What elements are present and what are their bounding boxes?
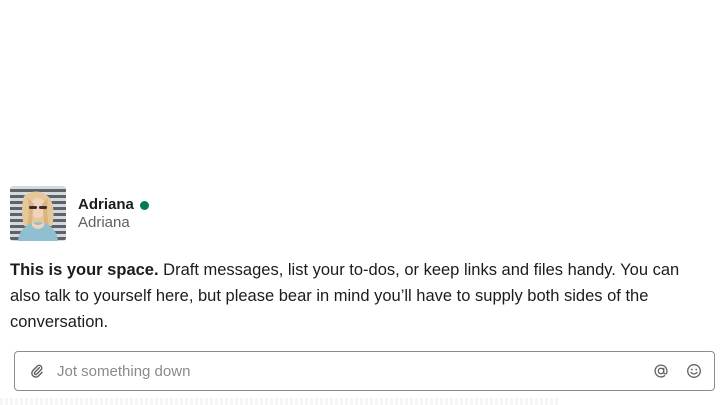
- avatar[interactable]: [10, 186, 66, 241]
- message-composer: [14, 351, 715, 391]
- emoji-button[interactable]: [682, 359, 706, 383]
- at-sign-icon: [654, 364, 668, 378]
- presence-active-icon: [139, 200, 149, 210]
- mention-button[interactable]: [649, 359, 673, 383]
- emoji-icon: [687, 364, 701, 378]
- intro-text: This is your space. Draft messages, list…: [10, 257, 710, 335]
- profile-names: Adriana Adriana: [78, 186, 149, 232]
- display-name[interactable]: Adriana: [78, 196, 134, 214]
- message-input[interactable]: [57, 356, 640, 386]
- composer-actions: [640, 359, 706, 383]
- composer-footer-hint: [0, 398, 560, 405]
- username: Adriana: [78, 214, 130, 231]
- attach-button[interactable]: [25, 359, 49, 383]
- profile-header: Adriana Adriana: [10, 186, 149, 241]
- intro-heading: This is your space.: [10, 261, 159, 279]
- paperclip-icon: [31, 364, 43, 378]
- display-name-row: Adriana: [78, 196, 149, 214]
- self-dm-page: Adriana Adriana This is your space. Draf…: [0, 0, 728, 405]
